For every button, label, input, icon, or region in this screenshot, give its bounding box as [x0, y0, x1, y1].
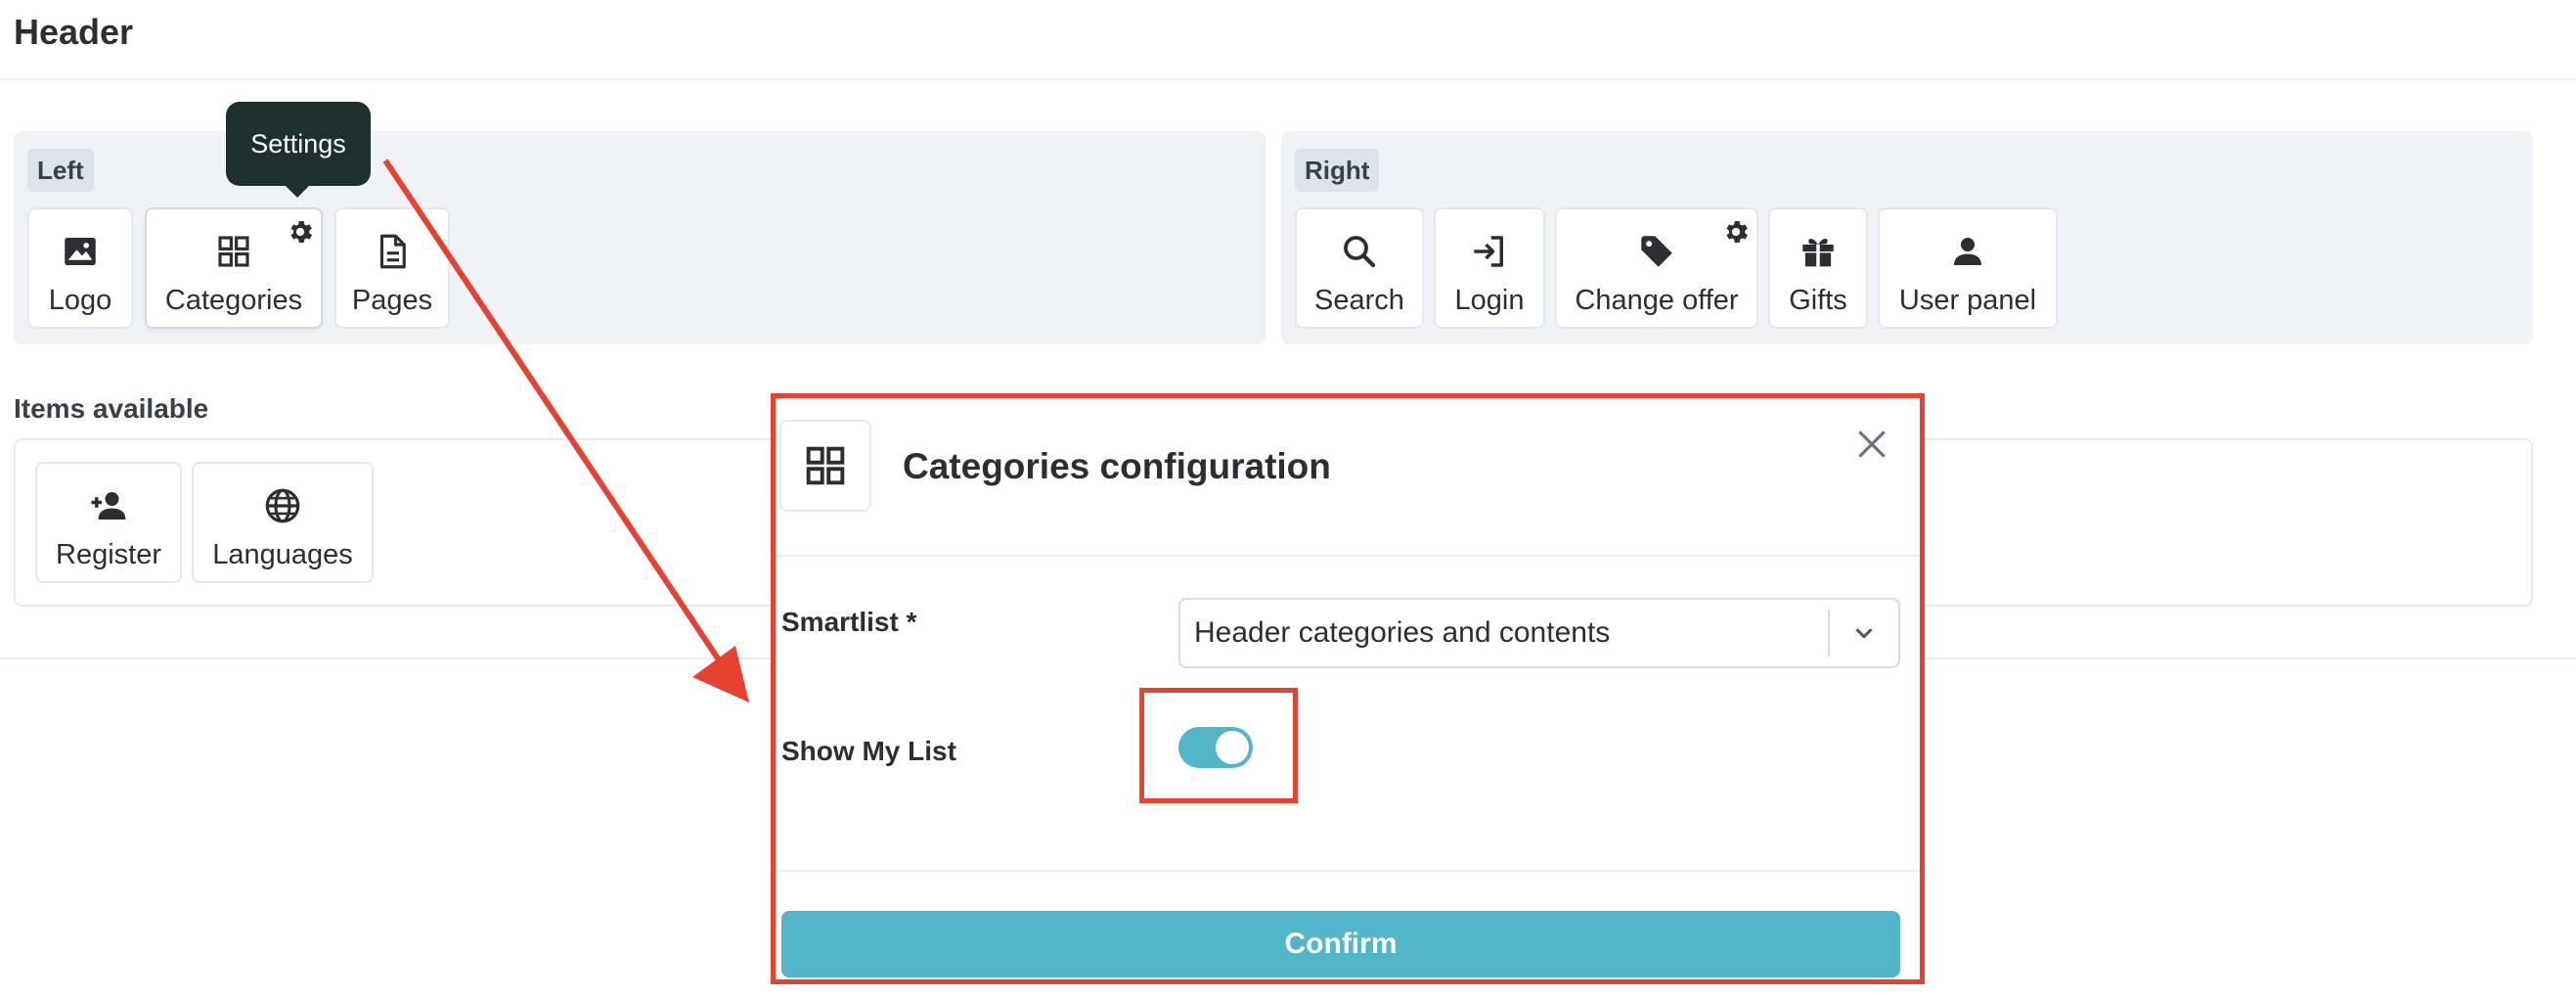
chevron-down-icon	[1855, 628, 1873, 639]
show-my-list-label: Show My List	[781, 736, 956, 766]
tag-icon	[1641, 236, 1672, 267]
modal-footer-divider	[776, 870, 1920, 872]
tile-login-label: Login	[1454, 285, 1525, 316]
globe-icon	[265, 488, 300, 523]
tile-categories[interactable]: Categories	[145, 207, 323, 329]
zone-right-label: Right	[1295, 149, 1380, 192]
tile-change-offer[interactable]: Change offer	[1555, 207, 1758, 329]
settings-tooltip-tail	[284, 184, 311, 198]
tile-pages-label: Pages	[351, 285, 433, 316]
tile-categories-label: Categories	[164, 285, 303, 316]
tile-login[interactable]: Login	[1434, 207, 1545, 329]
tile-search-label: Search	[1314, 285, 1404, 316]
close-icon[interactable]	[1853, 426, 1890, 463]
grid-icon	[218, 236, 249, 267]
categories-config-modal: Categories configuration Smartlist * Hea…	[771, 393, 1925, 984]
tile-user-panel-label: User panel	[1898, 285, 2037, 316]
settings-tooltip: Settings	[226, 102, 371, 186]
page-title: Header	[14, 12, 134, 52]
tile-logo-label: Logo	[48, 285, 112, 316]
tile-user-panel[interactable]: User panel	[1878, 207, 2058, 329]
tile-register-label: Register	[56, 539, 161, 570]
tile-pages[interactable]: Pages	[334, 207, 450, 329]
grid-icon	[806, 446, 845, 485]
gift-icon	[1802, 238, 1834, 267]
toggle-knob	[1216, 731, 1249, 764]
show-my-list-toggle[interactable]	[1178, 727, 1253, 768]
user-icon	[1954, 238, 1981, 265]
items-available-title: Items available	[14, 393, 209, 424]
gear-icon[interactable]	[1721, 217, 1751, 247]
smartlist-label: Smartlist *	[781, 607, 917, 637]
tile-change-offer-label: Change offer	[1575, 285, 1739, 316]
tile-gifts-label: Gifts	[1789, 285, 1847, 316]
login-icon	[1474, 236, 1503, 267]
smartlist-value: Header categories and contents	[1194, 616, 1611, 649]
gear-icon[interactable]	[286, 217, 315, 247]
zone-left-label: Left	[27, 149, 94, 192]
smartlist-select[interactable]: Header categories and contents	[1178, 598, 1900, 668]
modal-header-divider	[776, 555, 1920, 557]
title-divider	[0, 78, 2576, 80]
search-icon	[1344, 236, 1376, 268]
tile-gifts[interactable]: Gifts	[1768, 207, 1868, 329]
document-icon	[379, 234, 406, 269]
image-icon	[65, 238, 96, 265]
tile-logo[interactable]: Logo	[27, 207, 133, 329]
tile-languages-label: Languages	[212, 539, 353, 570]
user-plus-icon	[91, 492, 126, 520]
tile-search[interactable]: Search	[1295, 207, 1424, 329]
tile-register[interactable]: Register	[35, 462, 182, 583]
confirm-button[interactable]: Confirm	[781, 911, 1900, 977]
tile-languages[interactable]: Languages	[192, 462, 374, 583]
modal-title: Categories configuration	[903, 446, 1331, 486]
modal-grid-icon	[779, 420, 871, 512]
